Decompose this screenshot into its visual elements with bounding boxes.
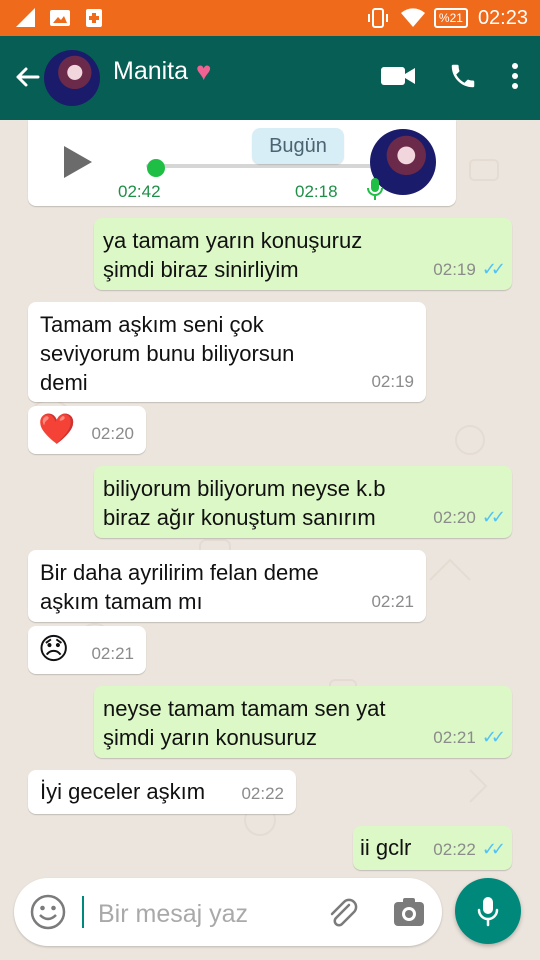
message-bubble-outgoing[interactable]: ya tamam yarın konuşuruz şimdi biraz sin… bbox=[94, 218, 512, 290]
message-meta: 02:19 ✓✓ bbox=[433, 259, 506, 280]
attach-icon[interactable] bbox=[324, 894, 360, 935]
message-bubble-incoming[interactable]: Bir daha ayrilirim felan deme aşkım tama… bbox=[28, 550, 426, 622]
battery-indicator: %21 bbox=[433, 8, 468, 28]
wifi-icon bbox=[400, 6, 425, 30]
voice-note-bubble[interactable]: 02:42 02:18 Bugün bbox=[28, 120, 456, 206]
heart-emoji: ♥ bbox=[196, 56, 212, 86]
status-bar: %21 02:23 bbox=[0, 0, 540, 36]
message-time: 02:21 bbox=[433, 727, 476, 747]
read-ticks-icon: ✓✓ bbox=[481, 727, 506, 747]
message-text: neyse tamam tamam sen yat şimdi yarın ko… bbox=[103, 696, 386, 750]
message-bubble-incoming[interactable]: İyi geceler aşkım 02:22 bbox=[28, 770, 296, 814]
message-time: 02:19 bbox=[371, 372, 414, 391]
message-meta: 02:22 ✓✓ bbox=[433, 839, 506, 860]
app-bar: Manita ♥ bbox=[0, 36, 540, 120]
status-right: %21 02:23 bbox=[366, 6, 528, 30]
contact-title[interactable]: Manita ♥ bbox=[113, 56, 211, 87]
message-time: 02:19 bbox=[433, 259, 476, 279]
voice-note-progress-dot[interactable] bbox=[147, 159, 165, 177]
voice-note-track[interactable] bbox=[146, 164, 376, 168]
message-meta: 02:21 bbox=[91, 644, 134, 664]
heart-emoji: ❤️ bbox=[38, 413, 76, 446]
more-vert-icon[interactable] bbox=[510, 61, 520, 96]
message-bubble-incoming[interactable]: 😞 02:21 bbox=[28, 626, 146, 674]
message-bubble-incoming[interactable]: Tamam aşkım seni çok seviyorum bunu bili… bbox=[28, 302, 426, 402]
message-meta: 02:20 bbox=[91, 424, 134, 444]
message-composer[interactable]: Bir mesaj yaz bbox=[14, 878, 442, 946]
message-text: biliyorum biliyorum neyse k.b biraz ağır… bbox=[103, 476, 386, 530]
message-time: 02:20 bbox=[433, 507, 476, 527]
signal-icon bbox=[14, 6, 38, 30]
back-arrow-icon[interactable] bbox=[12, 62, 42, 92]
emoji-icon[interactable] bbox=[30, 894, 66, 935]
message-text: Bir daha ayrilirim felan deme aşkım tama… bbox=[40, 560, 319, 614]
phone-icon[interactable] bbox=[448, 61, 478, 96]
medical-icon bbox=[82, 6, 106, 30]
status-left-icons bbox=[14, 6, 106, 30]
read-ticks-icon: ✓✓ bbox=[481, 259, 506, 279]
read-ticks-icon: ✓✓ bbox=[481, 839, 506, 859]
mic-icon bbox=[476, 895, 500, 932]
image-icon bbox=[48, 6, 72, 30]
app-bar-actions bbox=[380, 61, 520, 96]
message-time: 02:21 bbox=[371, 592, 414, 611]
message-input[interactable]: Bir mesaj yaz bbox=[98, 900, 248, 929]
message-meta: 02:20 ✓✓ bbox=[433, 507, 506, 528]
message-text: Tamam aşkım seni çok seviyorum bunu bili… bbox=[40, 312, 295, 395]
contact-name: Manita bbox=[113, 57, 189, 85]
message-text: ya tamam yarın konuşuruz şimdi biraz sin… bbox=[103, 228, 363, 282]
play-icon[interactable] bbox=[62, 144, 94, 185]
camera-icon[interactable] bbox=[392, 896, 426, 933]
message-time: 02:20 bbox=[91, 424, 134, 443]
mic-badge-icon bbox=[366, 176, 384, 207]
battery-icon: %21 bbox=[433, 8, 468, 28]
voice-note-time: 02:18 bbox=[295, 182, 338, 201]
vibrate-icon bbox=[366, 6, 390, 30]
message-text: ii gclr bbox=[360, 835, 412, 860]
message-meta: 02:21 ✓✓ bbox=[433, 727, 506, 748]
video-call-icon[interactable] bbox=[380, 64, 416, 93]
text-cursor bbox=[82, 896, 84, 928]
message-bubble-outgoing[interactable]: neyse tamam tamam sen yat şimdi yarın ko… bbox=[94, 686, 512, 758]
mic-button[interactable] bbox=[455, 878, 521, 944]
message-time: 02:22 bbox=[241, 784, 284, 803]
voice-note-elapsed: 02:42 bbox=[118, 182, 161, 201]
message-bubble-incoming[interactable]: ❤️ 02:20 bbox=[28, 406, 146, 454]
message-meta: 02:19 bbox=[371, 372, 414, 392]
message-time: 02:22 bbox=[433, 839, 476, 859]
message-meta: 02:22 bbox=[241, 784, 284, 804]
message-text: İyi geceler aşkım bbox=[40, 779, 206, 804]
date-pill: Bugün bbox=[252, 128, 344, 164]
contact-avatar[interactable] bbox=[44, 50, 100, 106]
read-ticks-icon: ✓✓ bbox=[481, 507, 506, 527]
sad-emoji: 😞 bbox=[38, 633, 70, 666]
chat-area[interactable]: 02:42 02:18 Bugün ya tamam yarın konuşur… bbox=[0, 120, 540, 880]
message-bubble-outgoing[interactable]: biliyorum biliyorum neyse k.b biraz ağır… bbox=[94, 466, 512, 538]
message-meta: 02:21 bbox=[371, 592, 414, 612]
message-time: 02:21 bbox=[91, 644, 134, 663]
message-bubble-outgoing[interactable]: ii gclr 02:22 ✓✓ bbox=[353, 826, 512, 870]
status-time: 02:23 bbox=[477, 6, 528, 29]
